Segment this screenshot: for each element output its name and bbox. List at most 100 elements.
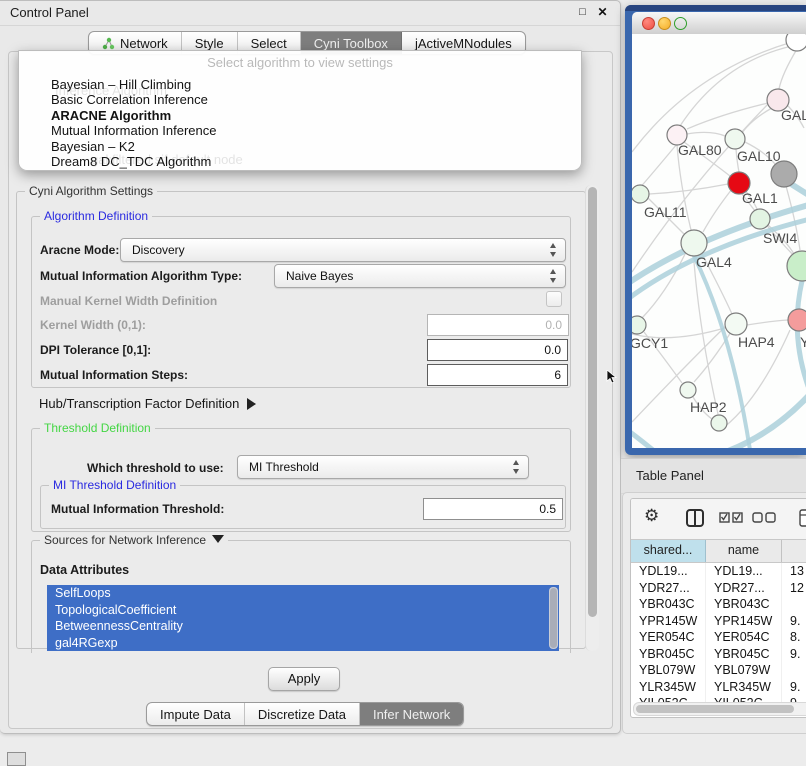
network-node[interactable] xyxy=(632,185,649,203)
data-attributes-label: Data Attributes xyxy=(40,563,129,577)
attribute-item-selfloops[interactable]: SelfLoops xyxy=(47,585,559,602)
network-canvas[interactable]: GAL7GAL80GAL10GAL1GAL11SWI4GAL4GCY1HAP4Y… xyxy=(632,34,806,448)
table-row[interactable]: YBL079WYBL079W xyxy=(631,662,806,679)
manual-kernel-width-label: Manual Kernel Width Definition xyxy=(40,294,217,308)
aracne-mode-select[interactable]: Discovery xyxy=(120,238,566,262)
network-edge[interactable] xyxy=(638,144,677,190)
network-graph: GAL7GAL80GAL10GAL1GAL11SWI4GAL4GCY1HAP4Y… xyxy=(632,34,806,448)
network-node[interactable] xyxy=(725,313,747,335)
table-cell xyxy=(782,596,806,613)
manual-kernel-width-checkbox[interactable] xyxy=(546,291,562,307)
kernel-width-field[interactable]: 0.0 xyxy=(427,314,569,336)
gear-icon[interactable]: ⚙ xyxy=(644,506,659,526)
mi-threshold-field[interactable]: 0.5 xyxy=(423,498,563,520)
table-options-icon[interactable] xyxy=(799,509,806,527)
traffic-light-zoom-icon[interactable] xyxy=(674,17,687,30)
mi-steps-field[interactable]: 6 xyxy=(427,364,568,386)
table-row[interactable]: YBR043CYBR043C xyxy=(631,596,806,613)
attributes-scrollbar[interactable] xyxy=(549,587,558,649)
algorithm-option-bayesian-k2[interactable]: Bayesian – K2 xyxy=(19,139,581,154)
algorithm-option-basic-correlation-inference[interactable]: Basic Correlation Inference xyxy=(19,92,581,107)
network-node[interactable] xyxy=(786,34,806,51)
settings-scrollbar[interactable] xyxy=(585,185,599,651)
network-edge[interactable] xyxy=(703,189,732,232)
attribute-item-topologicalcoefficient[interactable]: TopologicalCoefficient xyxy=(47,602,559,619)
close-window-icon[interactable]: ✕ xyxy=(595,5,610,20)
network-node[interactable] xyxy=(680,382,696,398)
apply-button[interactable]: Apply xyxy=(268,667,340,691)
table-cell: YBR045C xyxy=(706,646,782,663)
table-cell: YDL19... xyxy=(631,563,706,580)
attributes-scrollbar-thumb[interactable] xyxy=(550,588,557,648)
network-node[interactable] xyxy=(787,251,806,281)
algorithm-option-mutual-information-inference[interactable]: Mutual Information Inference xyxy=(19,123,581,138)
column-header-shared[interactable]: shared... xyxy=(631,540,706,562)
algorithm-option-dream8-dc-tdc-algorithm[interactable]: Dream8 DC_TDC Algorithm xyxy=(19,154,581,169)
network-edge[interactable] xyxy=(742,108,772,133)
network-node[interactable] xyxy=(750,209,770,229)
network-node[interactable] xyxy=(711,415,727,431)
table-cell: YBL079W xyxy=(706,662,782,679)
table-row[interactable]: YPR145WYPR145W9. xyxy=(631,613,806,630)
mi-steps-label: Mutual Information Steps: xyxy=(40,368,188,382)
which-threshold-select[interactable]: MI Threshold xyxy=(237,455,529,479)
network-edge-highlighted[interactable] xyxy=(632,429,690,448)
data-attributes-list[interactable]: SelfLoopsTopologicalCoefficientBetweenne… xyxy=(47,585,559,651)
table-cell: YLR345W xyxy=(631,679,706,696)
table-horizontal-scrollbar[interactable] xyxy=(633,702,806,716)
table-row[interactable]: YDR27...YDR27...12 xyxy=(631,580,806,597)
node-label-gal7: GAL7 xyxy=(781,107,806,123)
table-cell: 13 xyxy=(782,563,806,580)
network-edge[interactable] xyxy=(779,49,797,89)
network-edge[interactable] xyxy=(687,132,725,136)
network-edge[interactable] xyxy=(649,184,728,194)
algorithm-option-bayesian-hill-climbing[interactable]: Bayesian – Hill Climbing xyxy=(19,77,581,92)
deselect-all-checkboxes-icon[interactable] xyxy=(752,512,776,523)
algorithm-option-aracne-algorithm[interactable]: ARACNE Algorithm xyxy=(19,108,581,123)
node-label-gal4: GAL4 xyxy=(696,254,732,270)
network-node[interactable] xyxy=(632,316,646,334)
table-cell: YPR145W xyxy=(706,613,782,630)
network-node[interactable] xyxy=(788,309,806,331)
table-row[interactable]: YLR345WYLR345W9. xyxy=(631,679,806,696)
bottom-tab-label: Impute Data xyxy=(160,707,231,722)
bottom-tab-discretize-data[interactable]: Discretize Data xyxy=(245,703,360,725)
attribute-item-gal4rgexp[interactable]: gal4RGexp xyxy=(47,635,559,652)
network-node[interactable] xyxy=(725,129,745,149)
kernel-width-label: Kernel Width (0,1): xyxy=(40,318,146,332)
bottom-tab-infer-network[interactable]: Infer Network xyxy=(360,703,463,725)
dpi-tolerance-field[interactable]: 0.0 xyxy=(427,339,568,361)
cyni-algorithm-settings-group: Cyni Algorithm Settings Algorithm Defini… xyxy=(16,191,586,649)
network-edge[interactable] xyxy=(680,46,792,126)
network-tab-icon xyxy=(102,37,115,50)
table-row[interactable]: YDL19...YDL19...13 xyxy=(631,563,806,580)
column-header-name[interactable]: name xyxy=(706,540,782,562)
expanded-arrow-icon[interactable] xyxy=(212,535,224,543)
node-table[interactable]: shared...nameYDL19...YDL19...13YDR27...Y… xyxy=(631,539,806,712)
settings-scrollbar-thumb[interactable] xyxy=(588,187,597,617)
table-cell: 9. xyxy=(782,646,806,663)
table-cell: YPR145W xyxy=(631,613,706,630)
network-node[interactable] xyxy=(681,230,707,256)
select-all-checkboxes-icon[interactable] xyxy=(719,512,743,523)
table-row[interactable]: YER054CYER054C8. xyxy=(631,629,806,646)
mi-algorithm-type-select[interactable]: Naive Bayes xyxy=(274,264,566,288)
split-columns-icon[interactable] xyxy=(686,509,704,527)
network-node[interactable] xyxy=(771,161,797,187)
docked-panel-icon[interactable] xyxy=(7,752,26,766)
table-row[interactable]: YBR045CYBR045C9. xyxy=(631,646,806,663)
bottom-tab-impute-data[interactable]: Impute Data xyxy=(147,703,245,725)
hub-definition-expander[interactable]: Hub/Transcription Factor Definition xyxy=(39,396,256,411)
traffic-light-close-icon[interactable] xyxy=(642,17,655,30)
which-threshold-label: Which threshold to use: xyxy=(87,461,224,475)
column-header-cut[interactable] xyxy=(782,540,806,562)
traffic-light-minimize-icon[interactable] xyxy=(658,17,671,30)
network-edge[interactable] xyxy=(747,320,788,325)
collapsed-arrow-icon[interactable] xyxy=(247,398,256,410)
float-window-icon[interactable]: □ xyxy=(575,5,590,20)
attribute-item-betweennesscentrality[interactable]: BetweennessCentrality xyxy=(47,618,559,635)
node-label-hap4: HAP4 xyxy=(738,334,775,350)
network-window-titlebar[interactable] xyxy=(632,12,806,35)
algorithm-combobox-placeholder[interactable]: Select algorithm to view settings xyxy=(19,55,581,70)
table-hscrollbar-thumb[interactable] xyxy=(636,705,794,713)
